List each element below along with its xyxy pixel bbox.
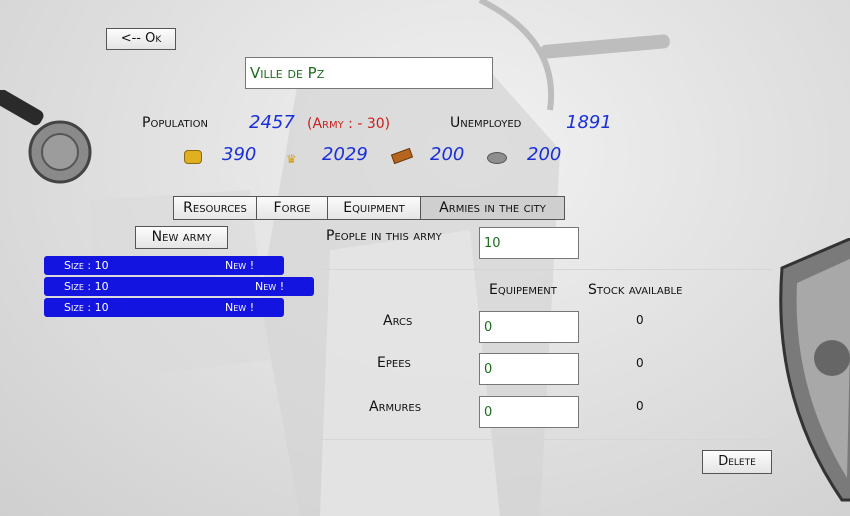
tab-equipment[interactable]: Equipment — [327, 196, 421, 220]
new-army-button[interactable]: New army — [135, 226, 228, 249]
equipment-name-epees: Epees — [377, 355, 411, 371]
army-size: Size : 10 — [64, 301, 109, 314]
crown-value: 2029 — [322, 144, 368, 165]
wood-value: 200 — [430, 144, 465, 165]
equipment-name-armures: Armures — [369, 399, 422, 415]
army-list-item[interactable]: Size : 10 New ! — [44, 277, 314, 296]
equipment-input-armures[interactable]: 0 — [479, 396, 579, 428]
shield-icon — [779, 238, 850, 502]
equipment-input-arcs[interactable]: 0 — [479, 311, 579, 343]
army-status: New ! — [225, 259, 255, 272]
equipment-column-header: Equipement — [489, 282, 557, 298]
stock-value-arcs: 0 — [636, 313, 644, 327]
army-status: New ! — [255, 280, 285, 293]
city-name-input[interactable]: Ville de Pz — [245, 57, 493, 89]
divider-top — [322, 269, 772, 270]
stock-value-epees: 0 — [636, 356, 644, 370]
delete-button[interactable]: Delete — [702, 450, 772, 474]
stone-icon — [487, 152, 507, 164]
equipment-name-arcs: Arcs — [383, 313, 413, 329]
stock-column-header: Stock available — [588, 282, 683, 298]
army-status: New ! — [225, 301, 255, 314]
people-in-army-input[interactable]: 10 — [479, 227, 579, 259]
people-in-army-label: People in this army — [326, 228, 442, 244]
population-label: Population — [142, 115, 208, 131]
back-ok-button[interactable]: <-- Ok — [106, 28, 176, 50]
gold-icon — [184, 150, 202, 164]
tab-armies-in-city[interactable]: Armies in the city — [420, 196, 565, 220]
army-list-item[interactable]: Size : 10 New ! — [44, 256, 284, 275]
tab-forge[interactable]: Forge — [256, 196, 328, 220]
divider-bottom — [322, 439, 772, 440]
army-size: Size : 10 — [64, 259, 109, 272]
army-size: Size : 10 — [64, 280, 109, 293]
gold-value: 390 — [222, 144, 257, 165]
sword-hilt-icon — [0, 90, 92, 184]
equipment-input-epees[interactable]: 0 — [479, 353, 579, 385]
tab-resources[interactable]: Resources — [173, 196, 257, 220]
crown-icon: ♛ — [286, 152, 297, 166]
population-value: 2457 — [249, 112, 295, 133]
unemployed-value: 1891 — [566, 112, 612, 133]
unemployed-label: Unemployed — [450, 115, 522, 131]
stone-value: 200 — [527, 144, 562, 165]
army-note: (Army : - 30) — [307, 116, 391, 132]
army-list-item[interactable]: Size : 10 New ! — [44, 298, 284, 317]
stock-value-armures: 0 — [636, 399, 644, 413]
